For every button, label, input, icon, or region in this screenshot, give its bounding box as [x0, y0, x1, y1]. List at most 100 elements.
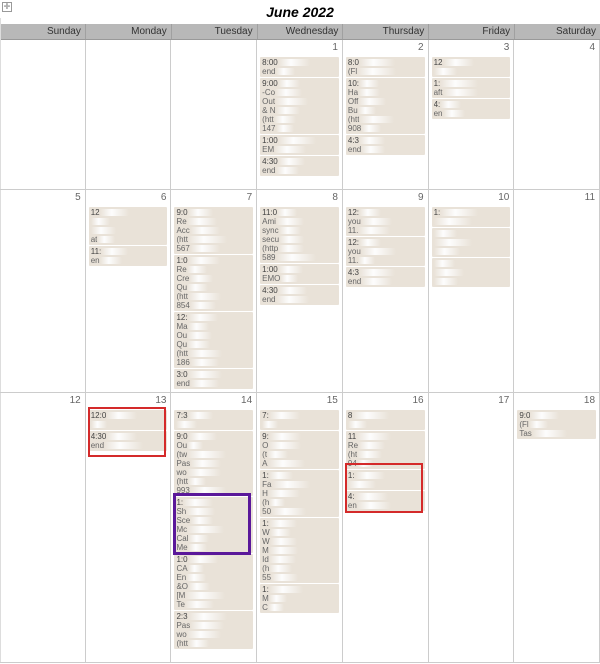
calendar-event[interactable]: 1:FaH(h50 [260, 470, 339, 517]
calendar-day[interactable]: 6 12at11:en [86, 190, 172, 393]
calendar-day[interactable]: 11 [514, 190, 600, 393]
calendar-day[interactable]: 79:0ReAcc(htt5671:0ReCreQu(htt85412:MaOu… [171, 190, 257, 393]
event-text-fragment: wo [176, 468, 186, 477]
calendar-week: 5612at11:en79:0ReAcc(htt5671:0ReCreQu(ht… [0, 190, 600, 393]
calendar-event[interactable]: 1: [346, 470, 425, 490]
calendar-day[interactable]: 12 [0, 393, 86, 663]
calendar-event[interactable]: 4:en [432, 99, 511, 119]
calendar-day[interactable]: 5 [0, 190, 86, 393]
calendar-event[interactable]: 4:en [346, 491, 425, 511]
event-text-fragment: Re [176, 265, 186, 274]
calendar-event[interactable]: 4:30end [260, 285, 339, 305]
calendar-event[interactable] [432, 228, 511, 257]
weekday-header-cell: Thursday [343, 24, 429, 39]
calendar-event[interactable]: 8 [346, 410, 425, 430]
day-number: 6 [161, 192, 167, 203]
calendar-event[interactable] [432, 258, 511, 287]
day-number: 11 [585, 192, 595, 203]
calendar-event[interactable]: 3:0end [174, 369, 253, 389]
calendar-day[interactable]: 147:39:0Ou(twPaswo(htt9931:ShSceMcCalMe1… [171, 393, 257, 663]
calendar-event[interactable]: 1:aft [432, 78, 511, 98]
calendar-event[interactable]: 7: [260, 410, 339, 430]
calendar-day[interactable]: 912:you11.12:you11.4:3end [343, 190, 429, 393]
calendar-event[interactable]: 9:O(tA [260, 431, 339, 469]
calendar-event[interactable]: 1:WWMId(h55 [260, 518, 339, 583]
calendar-day[interactable] [171, 40, 257, 190]
event-text-fragment: (h [262, 498, 269, 507]
calendar-day[interactable]: 101: [429, 190, 515, 393]
day-number: 4 [589, 42, 595, 53]
calendar-event[interactable]: 4:3end [346, 267, 425, 287]
day-number: 16 [412, 395, 423, 406]
calendar-event[interactable]: 12:0 [89, 410, 168, 430]
calendar-event[interactable]: 1:00EM [260, 135, 339, 155]
calendar-day[interactable]: 1312:04:30end [86, 393, 172, 663]
calendar-day[interactable]: 16 811Re(ht94 1: 4:en [343, 393, 429, 663]
event-time: 4:30 [262, 157, 278, 166]
event-time: 1: [348, 471, 355, 480]
calendar-event[interactable]: 12:you11. [346, 237, 425, 266]
calendar-event[interactable]: 9:0(FlTas [517, 410, 596, 439]
calendar-event[interactable]: 1:0CAEn&O[MTe [174, 554, 253, 610]
calendar-day[interactable]: 28:0(Fl10:HaOffBu(htt9084:3end [343, 40, 429, 190]
event-text-fragment: end [91, 441, 104, 450]
expand-icon[interactable]: ✛ [2, 2, 12, 12]
event-text-fragment: Re [176, 217, 186, 226]
calendar-event[interactable]: 1: [432, 207, 511, 227]
calendar-event[interactable]: 11:en [89, 246, 168, 266]
calendar-event[interactable]: 9:00-CoOut& N(htt147 [260, 78, 339, 134]
calendar-event[interactable]: 11:0Amisyncsecu(http589 [260, 207, 339, 263]
event-text-fragment: you [348, 247, 361, 256]
event-time: 11:0 [262, 208, 277, 217]
event-text-fragment: wo [176, 630, 186, 639]
calendar-event[interactable]: 9:0Ou(twPaswo(htt993 [174, 431, 253, 496]
calendar-day[interactable]: 4 [514, 40, 600, 190]
calendar-day[interactable]: 157:9:O(tA1:FaH(h501:WWMId(h551:MC [257, 393, 343, 663]
calendar-event[interactable]: 8:0(Fl [346, 57, 425, 77]
calendar-event[interactable]: 8:00end [260, 57, 339, 77]
event-text-fragment: 854 [176, 301, 189, 310]
calendar-event[interactable]: 1:00EMO [260, 264, 339, 284]
calendar-event[interactable]: 1:ShSceMcCalMe [174, 497, 253, 553]
calendar-event[interactable]: 4:30end [89, 431, 168, 451]
event-text-fragment: (htt [176, 235, 188, 244]
calendar-day[interactable]: 811:0Amisyncsecu(http5891:00EMO4:30end [257, 190, 343, 393]
event-text-fragment: end [262, 166, 275, 175]
event-time: 1: [434, 79, 441, 88]
event-time: 2:3 [176, 612, 187, 621]
event-text-fragment: Pas [176, 621, 190, 630]
calendar-event[interactable]: 12:MaOuQu(htt186 [174, 312, 253, 368]
calendar-day[interactable] [86, 40, 172, 190]
event-text-fragment: Tas [519, 429, 531, 438]
calendar-event[interactable]: 7:3 [174, 410, 253, 430]
calendar-day[interactable]: 18:00end9:00-CoOut& N(htt1471:00EM4:30en… [257, 40, 343, 190]
event-text-fragment: Cre [176, 274, 189, 283]
calendar-day[interactable]: 17 [429, 393, 515, 663]
event-text-fragment: Qu [176, 340, 187, 349]
calendar-day[interactable]: 3121:aft4:en [429, 40, 515, 190]
calendar-event[interactable]: 10:HaOffBu(htt908 [346, 78, 425, 134]
calendar-event[interactable]: 11Re(ht94 [346, 431, 425, 469]
calendar-event[interactable]: 2:3Paswo(htt [174, 611, 253, 649]
event-text-fragment: at [91, 235, 98, 244]
event-text-fragment: & N [262, 106, 275, 115]
calendar-day[interactable] [0, 40, 86, 190]
event-text-fragment: 908 [348, 124, 361, 133]
calendar-event[interactable]: 12 [432, 57, 511, 77]
event-text-fragment: Re [348, 441, 358, 450]
event-text-fragment: Fa [262, 480, 271, 489]
event-text-fragment: aft [434, 88, 443, 97]
event-text-fragment: 589 [262, 253, 275, 262]
day-number: 10 [498, 192, 509, 203]
calendar-day[interactable]: 189:0(FlTas [514, 393, 600, 663]
calendar-event[interactable]: 9:0ReAcc(htt567 [174, 207, 253, 254]
calendar-event[interactable]: 4:3end [346, 135, 425, 155]
calendar-event[interactable]: 1:0ReCreQu(htt854 [174, 255, 253, 311]
weekday-header-cell: Monday [86, 24, 172, 39]
calendar-title: June 2022 [0, 0, 600, 24]
event-text-fragment: Acc [176, 226, 189, 235]
calendar-event[interactable]: 4:30end [260, 156, 339, 176]
calendar-event[interactable]: 12at [89, 207, 168, 245]
calendar-event[interactable]: 1:MC [260, 584, 339, 613]
calendar-event[interactable]: 12:you11. [346, 207, 425, 236]
